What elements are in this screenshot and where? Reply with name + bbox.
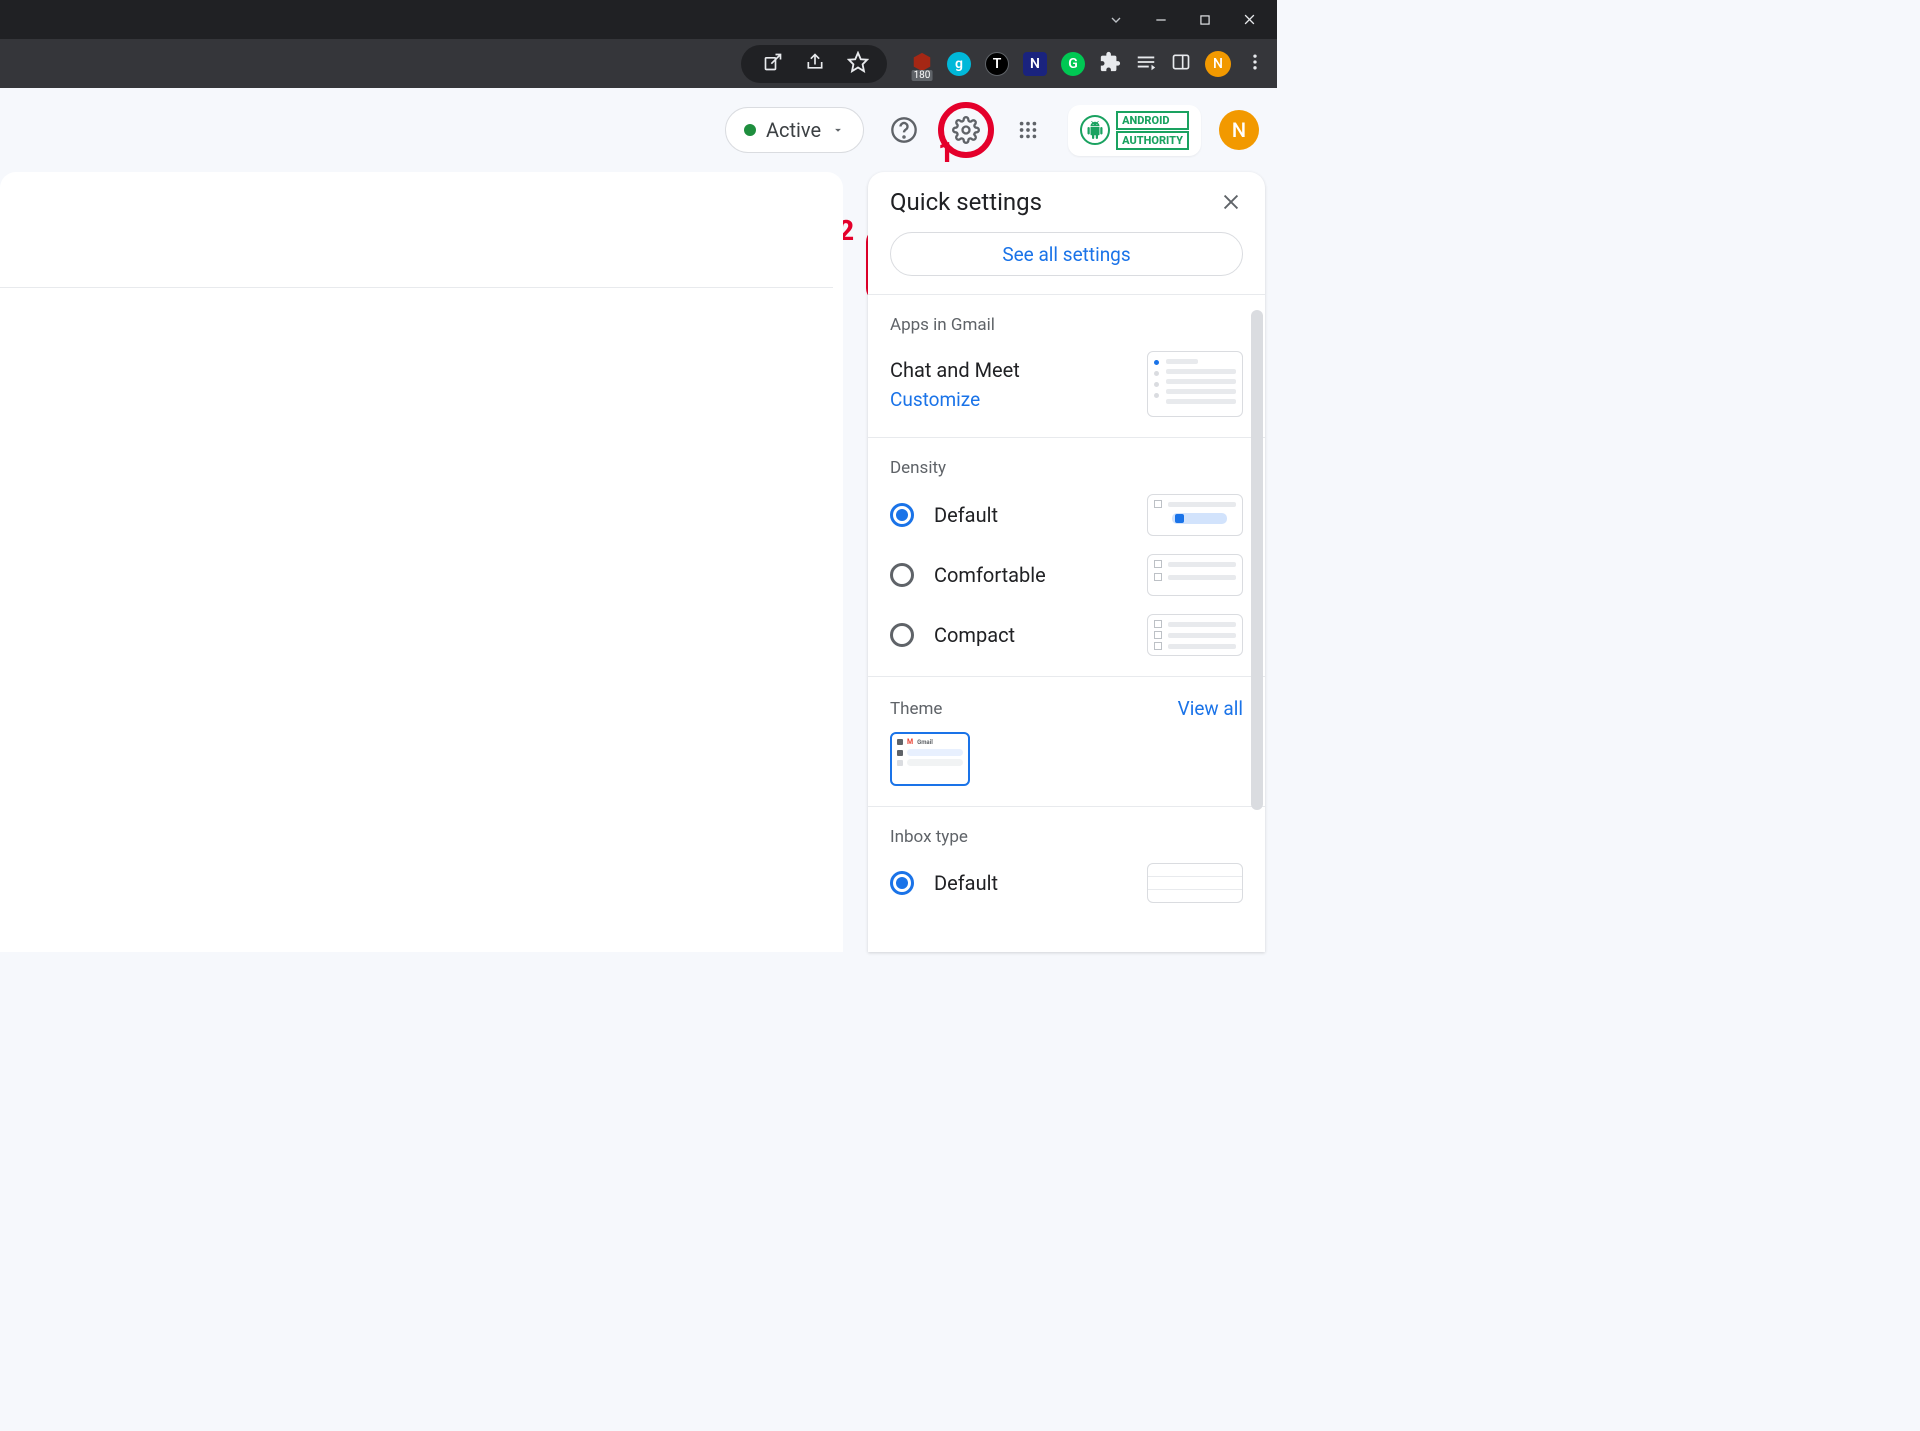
view-all-link[interactable]: View all bbox=[1178, 697, 1243, 720]
help-button[interactable] bbox=[882, 108, 926, 152]
caret-down-icon bbox=[831, 123, 845, 137]
density-preview-default bbox=[1147, 494, 1243, 536]
status-label: Active bbox=[766, 118, 821, 142]
inbox-section-title: Inbox type bbox=[890, 827, 1243, 847]
theme-thumbnail[interactable]: MGmail bbox=[890, 732, 970, 786]
window-titlebar bbox=[0, 0, 1277, 39]
inbox-preview bbox=[1147, 863, 1243, 903]
minimize-icon[interactable] bbox=[1154, 13, 1168, 27]
inbox-option-default[interactable]: Default bbox=[890, 871, 998, 895]
android-icon bbox=[1080, 115, 1110, 145]
apps-section: Apps in Gmail Chat and Meet Customize bbox=[868, 294, 1265, 437]
inbox-label: Default bbox=[934, 871, 998, 895]
browser-toolbar: 180 g T N G N bbox=[0, 39, 1277, 88]
extension-badge-count: 180 bbox=[912, 70, 933, 81]
browser-profile-avatar[interactable]: N bbox=[1205, 51, 1231, 77]
extension-idm[interactable]: 180 bbox=[911, 51, 933, 77]
close-icon bbox=[1220, 191, 1242, 213]
maximize-icon[interactable] bbox=[1198, 13, 1212, 27]
settings-button[interactable] bbox=[944, 108, 988, 152]
scrollbar[interactable] bbox=[1251, 310, 1263, 810]
close-button[interactable] bbox=[1219, 190, 1243, 214]
chevron-down-icon[interactable] bbox=[1108, 12, 1124, 28]
sidepanel-icon[interactable] bbox=[1171, 52, 1191, 76]
density-preview-comfortable bbox=[1147, 554, 1243, 596]
apps-grid-icon bbox=[1017, 119, 1039, 141]
share-icon[interactable] bbox=[805, 52, 825, 76]
extensions-icon[interactable] bbox=[1099, 51, 1121, 77]
radio-icon bbox=[890, 563, 914, 587]
brand-line1: ANDROID bbox=[1116, 111, 1189, 130]
address-bar-actions bbox=[741, 45, 887, 83]
density-label: Comfortable bbox=[934, 563, 1046, 587]
gear-icon bbox=[952, 116, 980, 144]
density-option-comfortable[interactable]: Comfortable bbox=[890, 563, 1046, 587]
radio-icon bbox=[890, 503, 914, 527]
brand-line2: AUTHORITY bbox=[1116, 131, 1189, 150]
extension-grammarly[interactable]: G bbox=[1061, 52, 1085, 76]
browser-menu-icon[interactable] bbox=[1245, 52, 1265, 76]
radio-icon bbox=[890, 871, 914, 895]
account-avatar[interactable]: N bbox=[1219, 110, 1259, 150]
apps-grid-button[interactable] bbox=[1006, 108, 1050, 152]
apps-section-title: Apps in Gmail bbox=[890, 315, 1243, 335]
star-icon[interactable] bbox=[847, 51, 869, 77]
main-content bbox=[0, 172, 843, 952]
media-icon[interactable] bbox=[1135, 51, 1157, 77]
status-dot-icon bbox=[744, 124, 756, 136]
status-pill[interactable]: Active bbox=[725, 107, 864, 153]
apps-preview bbox=[1147, 351, 1243, 417]
brand-logo[interactable]: ANDROID AUTHORITY bbox=[1068, 105, 1201, 156]
density-option-default[interactable]: Default bbox=[890, 503, 998, 527]
theme-section: Theme View all MGmail bbox=[868, 676, 1265, 806]
theme-section-title: Theme bbox=[890, 699, 942, 719]
open-external-icon[interactable] bbox=[763, 52, 783, 76]
density-label: Default bbox=[934, 503, 998, 527]
apps-item-name: Chat and Meet bbox=[890, 358, 1020, 382]
quick-settings-title: Quick settings bbox=[890, 188, 1042, 216]
help-icon bbox=[890, 116, 918, 144]
density-section-title: Density bbox=[890, 458, 1243, 478]
customize-link[interactable]: Customize bbox=[890, 388, 1020, 411]
extension-g[interactable]: g bbox=[947, 52, 971, 76]
density-label: Compact bbox=[934, 623, 1015, 647]
close-icon[interactable] bbox=[1242, 12, 1257, 27]
quick-settings-panel: Quick settings See all settings Apps in … bbox=[868, 172, 1265, 952]
divider bbox=[0, 287, 833, 288]
see-all-settings-button[interactable]: See all settings bbox=[890, 232, 1243, 276]
extension-n[interactable]: N bbox=[1023, 52, 1047, 76]
inbox-section: Inbox type Default bbox=[868, 806, 1265, 923]
extension-t[interactable]: T bbox=[985, 52, 1009, 76]
density-preview-compact bbox=[1147, 614, 1243, 656]
app-header: Active ANDROID AUTHORITY N bbox=[0, 88, 1277, 172]
density-section: Density Default Comfortable bbox=[868, 437, 1265, 676]
radio-icon bbox=[890, 623, 914, 647]
density-option-compact[interactable]: Compact bbox=[890, 623, 1015, 647]
